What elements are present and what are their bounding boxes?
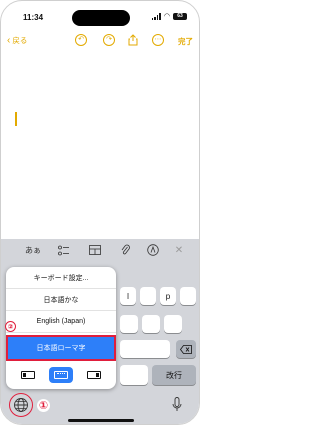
- menu-item-label: キーボード設定...: [33, 274, 89, 282]
- notes-nav-bar: ‹ 戻る ↶ ↷ ⋯ 完了: [1, 31, 199, 53]
- step-1-marker: ①: [37, 399, 50, 412]
- globe-key[interactable]: [9, 393, 33, 417]
- key-p[interactable]: p: [160, 287, 176, 305]
- key-row2-a[interactable]: [120, 315, 138, 333]
- key-l-label: l: [127, 291, 129, 301]
- key-extra[interactable]: [180, 287, 196, 305]
- key-p-hidden[interactable]: [140, 287, 156, 305]
- text-cursor: [15, 112, 17, 126]
- return-key-label: 改行: [166, 370, 182, 380]
- menu-item-japanese-romaji[interactable]: 日本語ローマ字: [6, 335, 116, 361]
- back-label: 戻る: [12, 36, 28, 45]
- back-button[interactable]: ‹ 戻る: [7, 35, 27, 46]
- home-indicator: [68, 419, 134, 422]
- return-key[interactable]: 改行: [152, 365, 196, 385]
- markup-icon[interactable]: [146, 243, 160, 257]
- table-icon[interactable]: [88, 243, 102, 257]
- right-handed-mode-button[interactable]: [82, 367, 106, 383]
- key-l[interactable]: l: [120, 287, 136, 305]
- space-key-partial[interactable]: [120, 365, 148, 385]
- key-row3[interactable]: [120, 340, 170, 358]
- text-format-label: あぁ: [25, 245, 41, 255]
- status-time: 11:34: [23, 13, 44, 22]
- cellular-signal-icon: [151, 13, 161, 20]
- paperclip-icon[interactable]: [118, 243, 132, 257]
- keyboard-accessory-bar: あぁ ✕: [1, 239, 199, 261]
- checklist-icon[interactable]: [57, 243, 71, 257]
- keyboard-mode-row: [6, 361, 116, 389]
- battery-icon: 63: [173, 13, 187, 20]
- key-row2-c[interactable]: [164, 315, 182, 333]
- key-row2-b[interactable]: [142, 315, 160, 333]
- menu-item-japanese-kana[interactable]: 日本語かな: [6, 289, 116, 311]
- menu-item-label: English (Japan): [36, 318, 86, 325]
- delete-key[interactable]: [176, 340, 196, 358]
- phone-frame: 11:34 ◠ 63 ‹ 戻る ↶ ↷ ⋯ 完了 あぁ ✕ l p 改行 キーボ…: [0, 0, 200, 425]
- menu-item-english-japan[interactable]: English (Japan): [6, 311, 116, 333]
- step-2-label: ②: [7, 323, 14, 331]
- status-bar: 11:34 ◠ 63: [1, 1, 199, 31]
- done-button[interactable]: 完了: [178, 36, 193, 47]
- key-p-label: p: [165, 291, 171, 301]
- menu-item-label: 日本語ローマ字: [36, 345, 86, 352]
- menu-item-label: 日本語かな: [43, 296, 79, 304]
- language-popup-menu: キーボード設定... 日本語かな English (Japan) 日本語ローマ字: [6, 267, 116, 389]
- keyboard-full-icon: [53, 371, 68, 379]
- globe-icon: [14, 398, 28, 412]
- step-2-marker: ②: [5, 321, 16, 332]
- full-width-mode-button[interactable]: [48, 367, 73, 383]
- keyboard-right-icon: [86, 371, 101, 379]
- wifi-icon: ◠: [163, 13, 170, 20]
- menu-item-keyboard-settings[interactable]: キーボード設定...: [6, 267, 116, 289]
- chevron-left-icon: ‹: [7, 34, 11, 46]
- status-icons: ◠ 63: [151, 13, 187, 20]
- delete-icon: [180, 344, 192, 354]
- more-icon[interactable]: ⋯: [152, 34, 164, 46]
- dynamic-island: [72, 10, 130, 26]
- step-1-label: ①: [38, 400, 49, 412]
- undo-icon[interactable]: ↶: [75, 34, 87, 46]
- left-handed-mode-button[interactable]: [16, 367, 40, 383]
- text-format-button[interactable]: あぁ: [23, 243, 43, 257]
- close-icon[interactable]: ✕: [173, 243, 185, 257]
- redo-icon[interactable]: ↷: [103, 34, 115, 46]
- keyboard-left-icon: [21, 371, 36, 379]
- microphone-icon[interactable]: [172, 397, 182, 413]
- share-icon[interactable]: [127, 34, 139, 46]
